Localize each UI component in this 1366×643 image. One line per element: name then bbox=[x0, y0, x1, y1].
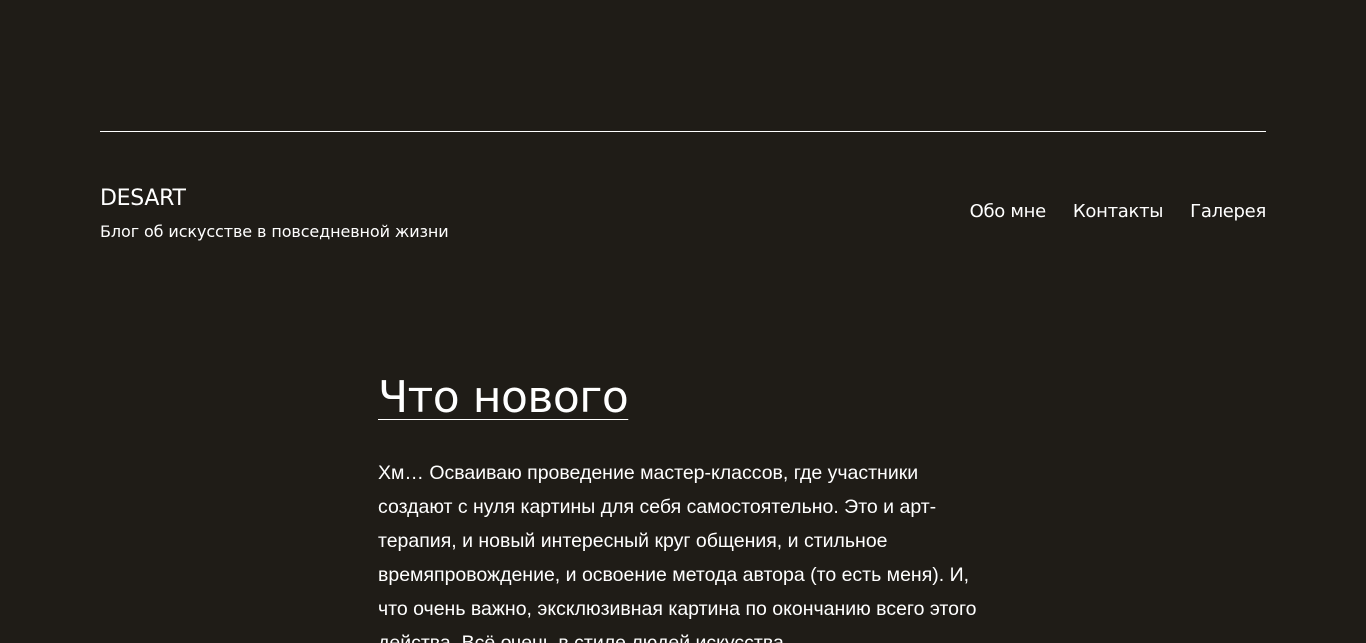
post-title-link[interactable]: Что нового bbox=[378, 372, 629, 423]
nav-item-gallery[interactable]: Галерея bbox=[1190, 200, 1266, 224]
page: DESART Блог об искусстве в повседневной … bbox=[0, 0, 1366, 643]
primary-nav: Обо мне Контакты Галерея bbox=[970, 200, 1267, 224]
site-title-link[interactable]: DESART bbox=[100, 185, 186, 213]
post: Что нового Хм… Осваиваю проведение масте… bbox=[378, 370, 998, 643]
post-title: Что нового bbox=[378, 370, 998, 426]
site-tagline: Блог об искусстве в повседневной жизни bbox=[100, 222, 449, 241]
nav-item-about[interactable]: Обо мне bbox=[970, 200, 1047, 224]
site-header: DESART Блог об искусстве в повседневной … bbox=[100, 180, 1266, 250]
post-body: Хм… Осваиваю проведение мастер-классов, … bbox=[378, 462, 977, 643]
header-divider bbox=[100, 131, 1266, 132]
nav-item-contacts[interactable]: Контакты bbox=[1073, 200, 1164, 224]
